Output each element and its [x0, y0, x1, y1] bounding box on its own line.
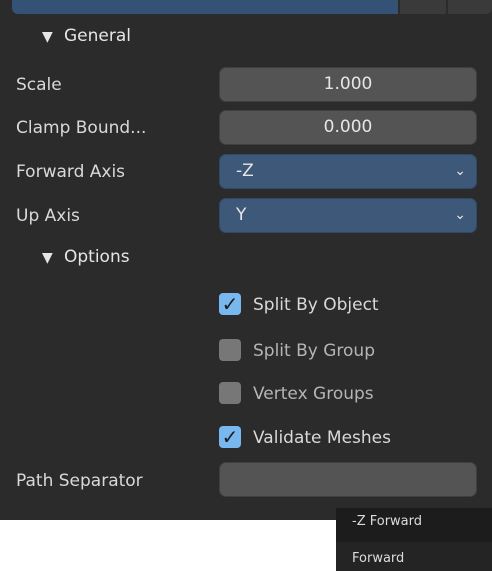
top-toolbar-remnant [12, 0, 492, 14]
split-by-group-label: Split By Group [253, 341, 375, 361]
up-axis-value: Y [236, 205, 247, 225]
forward-axis-value: -Z [236, 161, 254, 181]
triangle-down-icon: ▼ [42, 250, 53, 266]
menu-item-neg-z-forward[interactable]: -Z Forward [352, 514, 422, 529]
menu-item-forward[interactable]: Forward [352, 551, 404, 566]
up-axis-select[interactable]: Y ⌄ [219, 198, 477, 233]
path-separator-field[interactable] [219, 462, 477, 497]
top-toolbar-field[interactable] [12, 0, 398, 14]
split-by-object-label: Split By Object [253, 295, 379, 315]
validate-meshes-label: Validate Meshes [253, 428, 391, 448]
up-axis-label: Up Axis [16, 206, 80, 226]
triangle-down-icon: ▼ [42, 29, 53, 45]
scale-field[interactable]: 1.000 [219, 67, 477, 102]
path-separator-label: Path Separator [16, 471, 143, 491]
checkmark-icon: ✓ [221, 425, 239, 449]
checkbox[interactable] [219, 339, 241, 361]
checkbox[interactable]: ✓ [219, 292, 241, 316]
checkmark-icon: ✓ [221, 292, 239, 316]
scale-label: Scale [16, 75, 62, 95]
top-toolbar-button-2[interactable] [448, 0, 492, 14]
top-toolbar-button-1[interactable] [400, 0, 446, 14]
vertex-groups-label: Vertex Groups [253, 384, 374, 404]
checkbox[interactable] [219, 382, 241, 404]
chevron-down-icon: ⌄ [454, 207, 466, 223]
forward-axis-label: Forward Axis [16, 162, 126, 182]
section-options-header[interactable]: ▼ Options [42, 247, 130, 267]
chevron-down-icon: ⌄ [454, 163, 466, 179]
clamp-bounding-label: Clamp Bound... [16, 118, 147, 138]
section-general-header[interactable]: ▼ General [42, 26, 131, 46]
import-settings-panel: ▼ General Scale 1.000 Clamp Bound... 0.00… [0, 0, 492, 520]
section-options-label: Options [64, 247, 130, 267]
section-general-label: General [64, 26, 131, 46]
forward-axis-select[interactable]: -Z ⌄ [219, 154, 477, 189]
clamp-bounding-field[interactable]: 0.000 [219, 110, 477, 145]
checkbox[interactable]: ✓ [219, 425, 241, 449]
